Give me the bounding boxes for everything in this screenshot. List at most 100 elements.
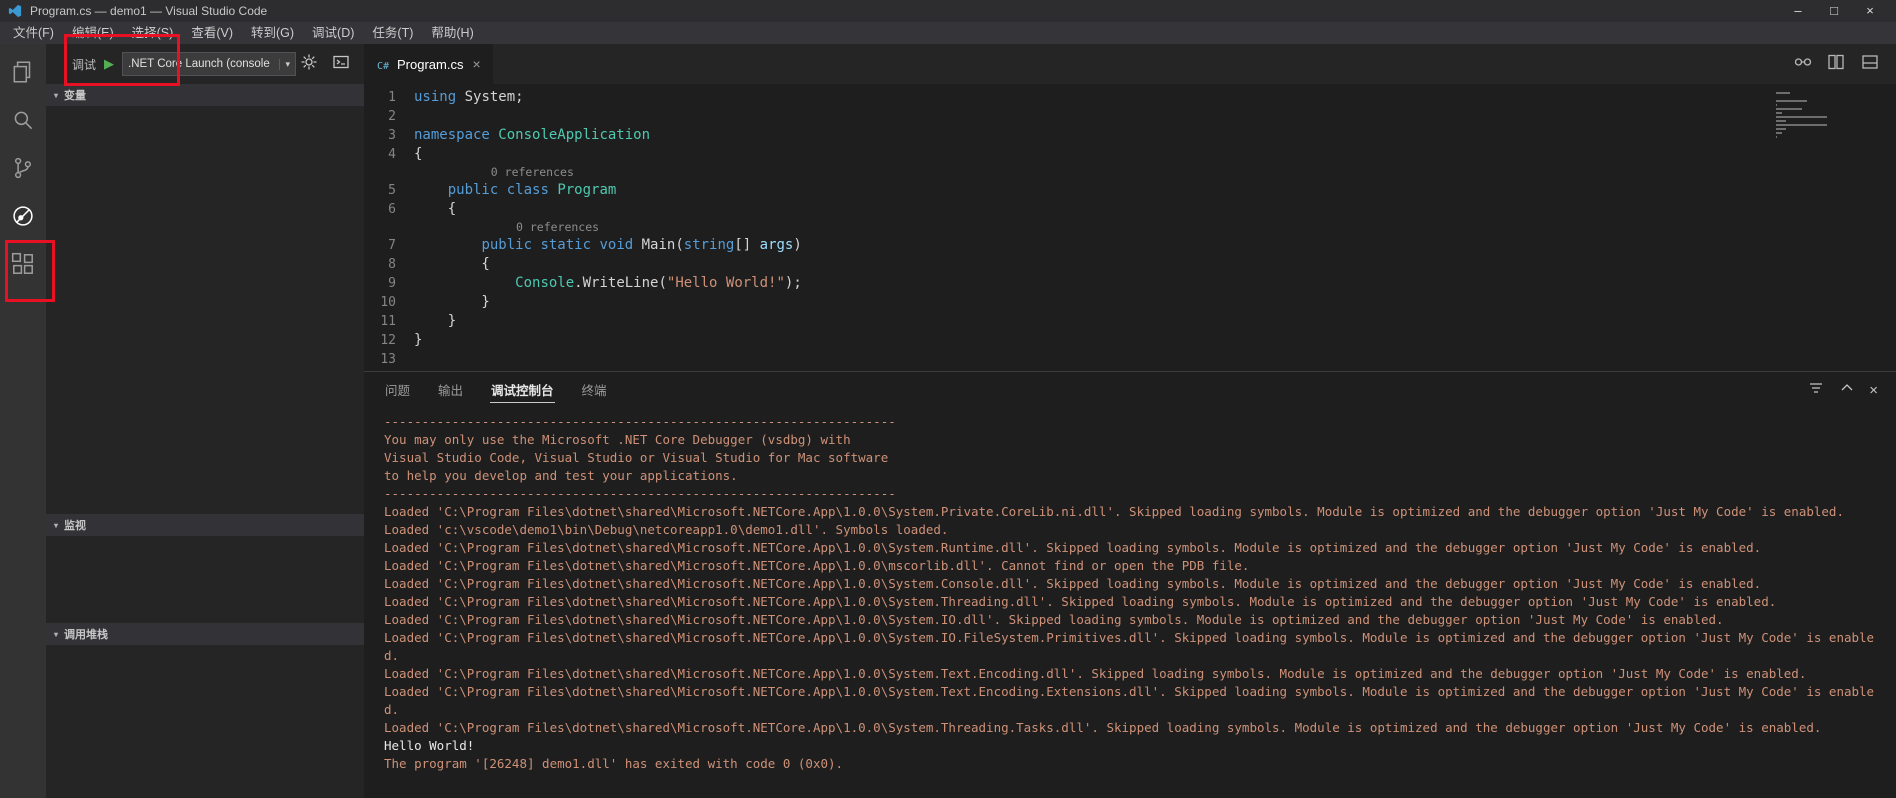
minimap-line (1776, 136, 1778, 138)
section-label: 调用堆栈 (64, 629, 109, 641)
toggle-panel-icon (1862, 54, 1878, 69)
close-panel-button[interactable]: × (1869, 383, 1878, 398)
code-line[interactable]: 6 { (364, 200, 1896, 219)
code-lines: 1 using System; 2 3 namespace ConsoleApplica… (364, 88, 1896, 369)
split-editor-icon (1828, 54, 1844, 69)
section-header-callstack[interactable]: ▾ 调用堆栈 (46, 623, 364, 645)
line-number: 6 (388, 202, 396, 217)
code-text: using System; (414, 89, 524, 105)
maximize-panel-button[interactable] (1839, 380, 1855, 401)
workbench: 调试 ▶ .NET Core Launch (console ▾ ▾ 变量 ▾ … (0, 44, 1896, 798)
console-line: Loaded 'C:\Program Files\dotnet\shared\M… (384, 576, 1762, 591)
explorer-icon (13, 61, 31, 83)
panel-tab-problems[interactable]: 问题 (384, 377, 411, 403)
console-line: Loaded 'C:\Program Files\dotnet\shared\M… (384, 504, 1844, 519)
window-controls: – □ × (1780, 0, 1888, 22)
tab-close-icon[interactable]: × (472, 56, 480, 72)
menu-bar: 文件(F) 编辑(E) 选择(S) 查看(V) 转到(G) 调试(D) 任务(T) 帮助(H) (0, 22, 1896, 44)
console-line: Loaded 'c:\vscode\demo1\bin\Debug\netcor… (384, 522, 949, 537)
line-number: 10 (380, 295, 396, 310)
launch-configuration-label: .NET Core Launch (console (128, 58, 270, 70)
menu-item[interactable]: 任务(T) (363, 22, 422, 44)
tab-label: Program.cs (397, 56, 464, 72)
activity-bar-explorer[interactable] (0, 48, 46, 96)
line-number: 11 (380, 314, 396, 329)
console-line: Loaded 'C:\Program Files\dotnet\shared\M… (384, 612, 1724, 627)
open-debug-console-button[interactable] (332, 53, 350, 76)
code-line[interactable]: 10 } (364, 293, 1896, 312)
line-number: 2 (388, 109, 396, 124)
line-number: 13 (380, 352, 396, 367)
activity-bar-search[interactable] (0, 96, 46, 144)
codelens-references[interactable]: 0 references (364, 219, 1896, 236)
menu-item[interactable]: 调试(D) (303, 22, 363, 44)
code-line[interactable]: 11 } (364, 312, 1896, 331)
source-control-icon (14, 157, 32, 179)
gear-icon (301, 54, 317, 69)
minimap-line (1776, 112, 1782, 114)
menu-item[interactable]: 查看(V) (182, 22, 242, 44)
split-editor-button[interactable] (1826, 52, 1846, 77)
code-line[interactable]: 2 (364, 107, 1896, 126)
line-number: 12 (380, 333, 396, 348)
panel-tab-debug-console[interactable]: 调试控制台 (490, 377, 555, 403)
debug-section-callstack: ▾ 调用堆栈 (46, 623, 364, 798)
panel-tabs-row: 问题 输出 调试控制台 终端 × (364, 372, 1896, 408)
minimize-button[interactable]: – (1780, 0, 1816, 22)
activity-bar-extensions[interactable] (0, 240, 46, 288)
minimap-line (1776, 128, 1786, 130)
line-number: 5 (388, 183, 396, 198)
close-button[interactable]: × (1852, 0, 1888, 22)
minimap-line (1776, 116, 1827, 118)
menu-item[interactable]: 转到(G) (242, 22, 303, 44)
line-number: 1 (388, 90, 396, 105)
code-line[interactable]: 8 { (364, 255, 1896, 274)
section-header-variables[interactable]: ▾ 变量 (46, 84, 364, 106)
filter-output-button[interactable] (1807, 379, 1825, 402)
collapse-twisty-icon: ▾ (54, 629, 59, 639)
minimap[interactable] (1776, 92, 1838, 142)
code-line[interactable]: 7 public static void Main(string[] args) (364, 236, 1896, 255)
code-line[interactable]: 9 Console.WriteLine("Hello World!"); (364, 274, 1896, 293)
activity-bar-debug[interactable] (0, 192, 46, 240)
toggle-panel-button[interactable] (1860, 52, 1880, 77)
debug-section-variables: ▾ 变量 (46, 84, 364, 514)
activity-bar-source-control[interactable] (0, 144, 46, 192)
minimap-line (1776, 132, 1782, 134)
open-changes-icon (1794, 57, 1812, 66)
code-line[interactable]: 5 public class Program (364, 181, 1896, 200)
menu-item[interactable]: 编辑(E) (63, 22, 123, 44)
configure-launch-gear-button[interactable] (300, 53, 318, 76)
open-changes-button[interactable] (1792, 52, 1812, 77)
code-line[interactable]: 1 using System; (364, 88, 1896, 107)
menu-item[interactable]: 文件(F) (4, 22, 63, 44)
code-text: } (414, 332, 423, 348)
start-debugging-button[interactable]: ▶ (104, 56, 114, 72)
launch-configuration-dropdown[interactable]: .NET Core Launch (console ▾ (122, 52, 297, 76)
code-text: } (414, 313, 457, 329)
line-number: 7 (388, 238, 396, 253)
section-header-watch[interactable]: ▾ 监视 (46, 514, 364, 536)
code-line[interactable]: 4{ (364, 145, 1896, 164)
panel-tabs: 问题 输出 调试控制台 终端 (384, 377, 634, 403)
bottom-panel: 问题 输出 调试控制台 终端 × -----------------------… (364, 372, 1896, 798)
codelens-references[interactable]: 0 references (364, 164, 1896, 181)
minimap-line (1776, 100, 1807, 102)
section-label: 变量 (64, 90, 87, 102)
menu-item[interactable]: 选择(S) (123, 22, 183, 44)
maximize-button[interactable]: □ (1816, 0, 1852, 22)
panel-tab-terminal[interactable]: 终端 (581, 377, 608, 403)
code-editor[interactable]: 1 using System; 2 3 namespace ConsoleApplica… (364, 84, 1896, 372)
menu-item[interactable]: 帮助(H) (422, 22, 482, 44)
code-line[interactable]: 12} (364, 331, 1896, 350)
line-number: 9 (388, 276, 396, 291)
minimap-line (1776, 124, 1827, 126)
code-line[interactable]: 3 namespace ConsoleApplication (364, 126, 1896, 145)
console-line: Visual Studio Code, Visual Studio or Vis… (384, 450, 889, 465)
console-line: ----------------------------------------… (384, 414, 896, 429)
editor-area: C# Program.cs × 1 using System; 2 3 name… (364, 44, 1896, 798)
tab-program-cs[interactable]: C# Program.cs × (364, 44, 493, 84)
section-label: 监视 (64, 520, 87, 532)
panel-tab-output[interactable]: 输出 (437, 377, 464, 403)
code-line[interactable]: 13 (364, 350, 1896, 369)
